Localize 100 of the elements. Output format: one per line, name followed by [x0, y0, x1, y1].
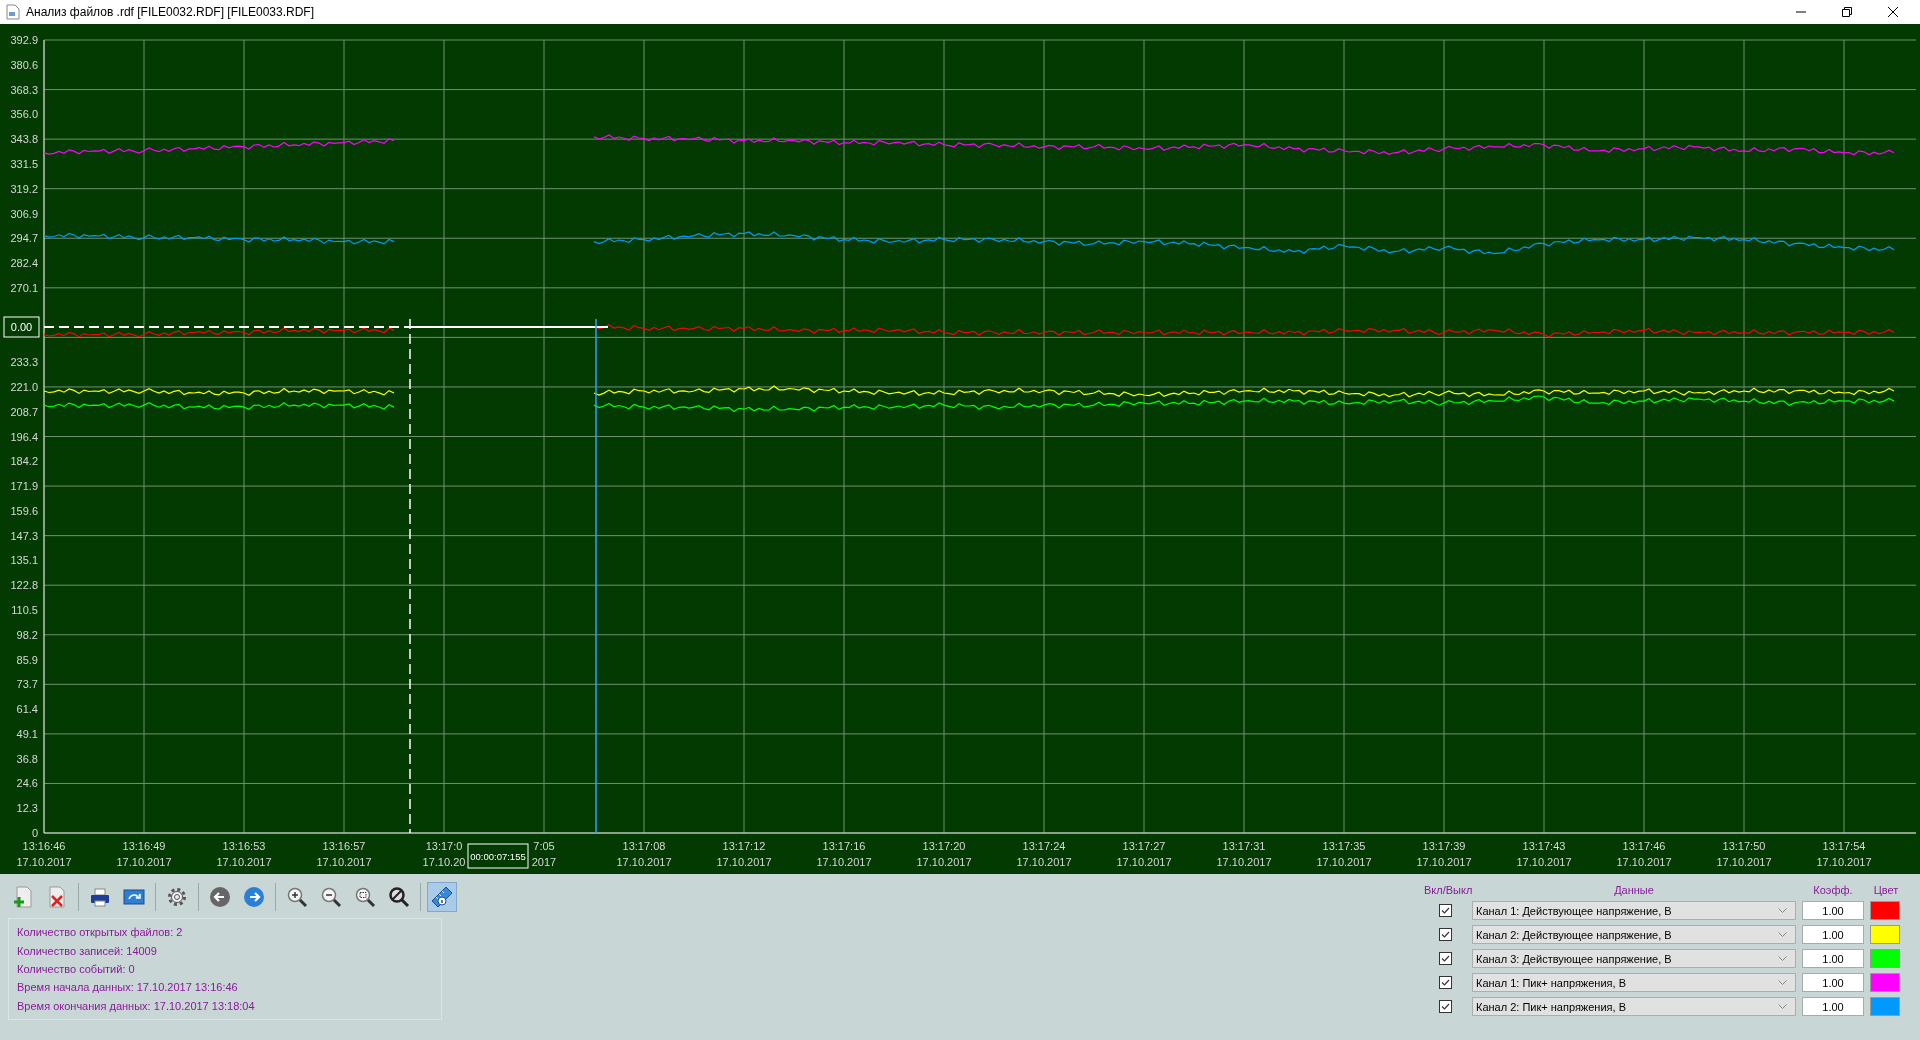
y-tick-label: 110.5: [11, 604, 38, 616]
x-tick-time: 13:17:35: [1322, 840, 1366, 852]
info-line: Время начала данных: 17.10.2017 13:16:46: [17, 981, 239, 994]
file-plus-icon: [11, 885, 35, 909]
x-tick-date: 17.10.2017: [216, 856, 272, 868]
x-tick-date: 17.10.2017: [1316, 856, 1372, 868]
color-swatch[interactable]: [1870, 973, 1900, 992]
restore-icon[interactable]: [1842, 7, 1852, 17]
y-tick-label: 233.3: [10, 356, 38, 369]
x-tick-date: 17.10.2017: [616, 856, 672, 868]
channel-checkbox[interactable]: [1438, 904, 1452, 917]
channel-dropdown[interactable]: Канал 1: Действующее напряжение, В: [1472, 901, 1796, 920]
y-tick-label: 208.7: [10, 405, 38, 418]
y-tick-label: 36.8: [16, 752, 38, 765]
x-tick-time: 13:16:49: [122, 840, 166, 852]
x-tick-date: 17.10.2017: [1116, 856, 1172, 868]
x-tick-time: 13:17:20: [922, 840, 966, 852]
color-swatch[interactable]: [1870, 925, 1900, 944]
channel-dropdown[interactable]: Канал 3: Действующее напряжение, В: [1472, 949, 1796, 968]
coefficient-field[interactable]: 1.00: [1802, 949, 1864, 968]
document-icon: [6, 4, 20, 20]
x-tick-time: 13:17:43: [1522, 840, 1566, 852]
y-tick-label: 196.4: [10, 430, 38, 443]
zoom-out-icon: [319, 885, 343, 909]
info-line: Время окончания данных: 17.10.2017 13:18:04: [17, 999, 256, 1012]
coefficient-field[interactable]: 1.00: [1802, 901, 1864, 920]
x-tick-time: 13:17:50: [1722, 840, 1766, 852]
x-tick-time: 13:17:54: [1822, 840, 1866, 852]
column-header: Цвет: [1873, 884, 1899, 896]
close-icon[interactable]: [1888, 7, 1898, 17]
x-tick-time: 7:05: [533, 840, 555, 852]
x-tick-date: 17.10.2017: [116, 856, 172, 868]
x-tick-time: 13:17:12: [722, 840, 766, 852]
column-header: Вкл/Выкл: [1424, 884, 1473, 896]
channel-dropdown[interactable]: Канал 2: Действующее напряжение, В: [1472, 925, 1796, 944]
y-tick-label: 61.4: [16, 703, 38, 716]
y-tick-label: 380.6: [10, 58, 38, 71]
x-tick-date: 2017: [531, 856, 557, 868]
channel-checkbox[interactable]: [1438, 952, 1452, 965]
x-tick-date: 17.10.2017: [316, 856, 372, 868]
chevron-down-icon: [1778, 979, 1787, 986]
x-tick-date: 17.10.2017: [1516, 856, 1572, 868]
time-delta-tooltip: 00:00:07:155: [467, 843, 529, 869]
ruler-info-icon: [430, 885, 454, 909]
coefficient-field[interactable]: 1.00: [1802, 997, 1864, 1016]
y-tick-label: 98.2: [16, 628, 38, 641]
x-tick-date: 17.10.2017: [916, 856, 972, 868]
y-tick-label: 171.9: [10, 480, 38, 493]
y-tick-label: 270.1: [10, 281, 38, 294]
info-line: Количество записей: 14009: [17, 944, 158, 957]
y-tick-label: 306.9: [10, 207, 38, 220]
x-tick-date: 17.10.2017: [16, 856, 72, 868]
x-tick-date: 17.10.2017: [1216, 856, 1272, 868]
y-tick-label: 319.2: [10, 182, 38, 195]
channel-checkbox[interactable]: [1438, 976, 1452, 989]
y-tick-label: 356.0: [10, 108, 38, 121]
zoom-in-icon: [285, 885, 309, 909]
x-tick-time: 13:17:24: [1022, 840, 1066, 852]
y-tick-label: 282.4: [10, 257, 38, 269]
y-tick-label: 73.7: [16, 678, 38, 691]
ruler-info-button[interactable]: [427, 882, 457, 912]
x-tick-date: 17.10.20: [422, 856, 466, 868]
reference-line[interactable]: [43, 326, 609, 328]
y-tick-label: 49.1: [16, 727, 38, 740]
x-tick-date: 17.10.2017: [1716, 856, 1772, 868]
y-tick-label: 331.5: [10, 157, 38, 170]
y-readout: 0.00: [3, 316, 40, 338]
y-tick-label: 159.6: [10, 504, 38, 517]
color-swatch[interactable]: [1870, 949, 1900, 968]
y-tick-label: 122.8: [10, 579, 38, 592]
color-swatch[interactable]: [1870, 901, 1900, 920]
channel-checkbox[interactable]: [1438, 1000, 1452, 1013]
x-tick-date: 17.10.2017: [816, 856, 872, 868]
window-title: Анализ файлов .rdf [FILE0032.RDF] [FILE0033.RDF]: [26, 5, 315, 19]
y-tick-label: 392.9: [10, 34, 38, 46]
x-tick-time: 13:16:46: [22, 840, 66, 852]
channel-dropdown[interactable]: Канал 2: Пик+ напряжения, В: [1472, 997, 1796, 1016]
magnifier-slash-icon: [387, 885, 411, 909]
y-tick-label: 85.9: [16, 653, 38, 666]
cursor-markers[interactable]: [409, 318, 597, 834]
channel-checkbox[interactable]: [1438, 928, 1452, 941]
x-tick-date: 17.10.2017: [1816, 856, 1872, 868]
y-tick-label: 135.1: [10, 554, 38, 567]
chevron-down-icon: [1778, 955, 1787, 962]
x-tick-time: 13:16:53: [222, 840, 266, 852]
coefficient-field[interactable]: 1.00: [1802, 925, 1864, 944]
chevron-down-icon: [1778, 931, 1787, 938]
x-tick-date: 17.10.2017: [1016, 856, 1072, 868]
info-line: Количество открытых файлов: 2: [17, 926, 184, 939]
x-tick-date: 17.10.2017: [1616, 856, 1672, 868]
channel-dropdown[interactable]: Канал 1: Пик+ напряжения, В: [1472, 973, 1796, 992]
y-tick-label: 184.2: [10, 455, 38, 468]
color-swatch[interactable]: [1870, 997, 1900, 1016]
info-line: Количество событий: 0: [17, 962, 136, 975]
chevron-down-icon: [1778, 907, 1787, 914]
x-tick-date: 17.10.2017: [716, 856, 772, 868]
column-header: Коэфф.: [1813, 884, 1853, 896]
x-tick-time: 13:17:0: [425, 840, 463, 852]
coefficient-field[interactable]: 1.00: [1802, 973, 1864, 992]
x-tick-time: 13:17:27: [1122, 840, 1166, 852]
